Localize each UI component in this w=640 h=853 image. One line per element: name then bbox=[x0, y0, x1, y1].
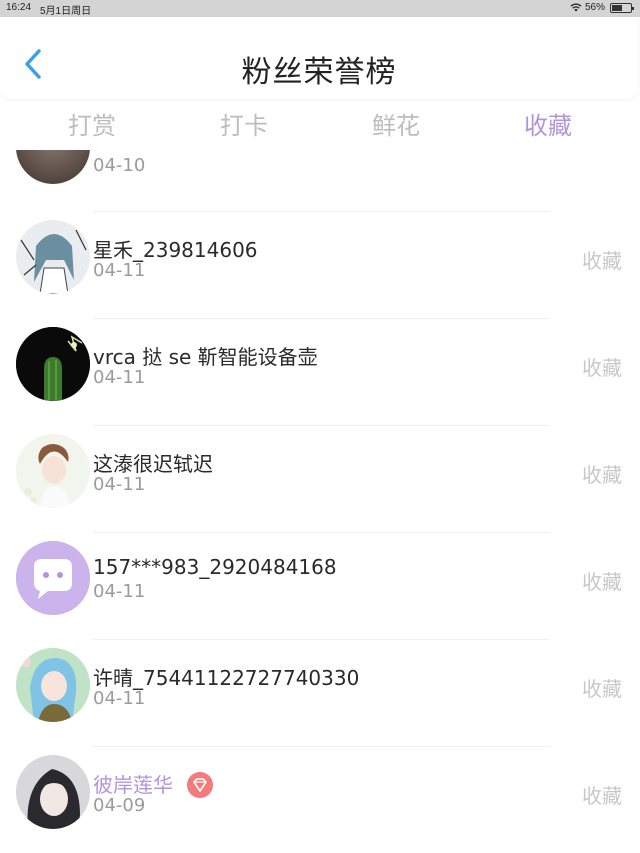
avatar bbox=[16, 755, 90, 829]
favorite-label: 收藏 bbox=[582, 249, 622, 273]
favorite-label: 收藏 bbox=[582, 463, 622, 487]
battery-icon bbox=[610, 2, 634, 13]
list-item[interactable]: 彼岸莲华 04-09 收藏 bbox=[0, 747, 640, 853]
status-time: 16:24 bbox=[6, 2, 32, 13]
page-title: 粉丝荣誉榜 bbox=[241, 55, 397, 90]
list-item-name: 这溙很迟轼迟 bbox=[93, 452, 213, 476]
list-item-name: 星禾_239814606 bbox=[93, 238, 258, 262]
tab-reward[interactable]: 打赏 bbox=[68, 106, 116, 141]
favorite-label: 收藏 bbox=[582, 356, 622, 380]
list-item[interactable]: 星禾_239814606 04-11 收藏 bbox=[0, 212, 640, 319]
list-item[interactable]: 这溙很迟轼迟 04-11 收藏 bbox=[0, 426, 640, 533]
list-item-date: 04-09 bbox=[93, 795, 146, 816]
default-avatar-icon bbox=[16, 541, 90, 615]
list-item-name-text: 彼岸莲华 bbox=[93, 773, 173, 797]
list-item[interactable]: 04-10 bbox=[0, 150, 640, 187]
favorite-label: 收藏 bbox=[582, 677, 622, 701]
avatar bbox=[16, 648, 90, 722]
wifi-icon bbox=[570, 3, 582, 12]
list-item-name: 许晴_75441122727740330 bbox=[93, 666, 360, 690]
fan-list: 04-10 星禾_239814606 04-11 收藏 vrca 挞 se 靳智… bbox=[0, 150, 640, 853]
tab-checkin[interactable]: 打卡 bbox=[220, 106, 268, 141]
list-item-date: 04-11 bbox=[93, 581, 146, 602]
avatar bbox=[16, 541, 90, 615]
list-item[interactable]: vrca 挞 se 靳智能设备壶 04-11 收藏 bbox=[0, 319, 640, 426]
list-item-date: 04-11 bbox=[93, 260, 146, 281]
list-item-date: 04-11 bbox=[93, 474, 146, 495]
tab-bar: 打赏 打卡 鲜花 收藏 bbox=[0, 100, 640, 150]
list-item-name: vrca 挞 se 靳智能设备壶 bbox=[93, 345, 318, 369]
tab-flowers[interactable]: 鲜花 bbox=[372, 106, 420, 141]
battery-percent: 56% bbox=[584, 2, 605, 13]
list-item-name: 157***983_2920484168 bbox=[93, 555, 337, 579]
avatar bbox=[16, 434, 90, 508]
battery-fill bbox=[612, 4, 623, 11]
vip-badge-icon bbox=[187, 771, 214, 798]
list-item[interactable]: 许晴_75441122727740330 04-11 收藏 bbox=[0, 640, 640, 747]
avatar bbox=[16, 150, 90, 184]
tab-favorites[interactable]: 收藏 bbox=[524, 106, 572, 141]
list-item[interactable]: 157***983_2920484168 04-11 收藏 bbox=[0, 533, 640, 640]
status-date: 5月1日周日 bbox=[40, 6, 92, 17]
favorite-label: 收藏 bbox=[582, 784, 622, 808]
status-right: 56% bbox=[570, 2, 634, 13]
list-item-date: 04-11 bbox=[93, 688, 146, 709]
header: 粉丝荣誉榜 bbox=[0, 17, 638, 99]
list-item-date: 04-10 bbox=[93, 155, 146, 176]
avatar bbox=[16, 220, 90, 294]
list-item-date: 04-11 bbox=[93, 367, 146, 388]
status-bar: 16:24 5月1日周日 56% bbox=[0, 0, 640, 17]
avatar bbox=[16, 327, 90, 401]
favorite-label: 收藏 bbox=[582, 570, 622, 594]
